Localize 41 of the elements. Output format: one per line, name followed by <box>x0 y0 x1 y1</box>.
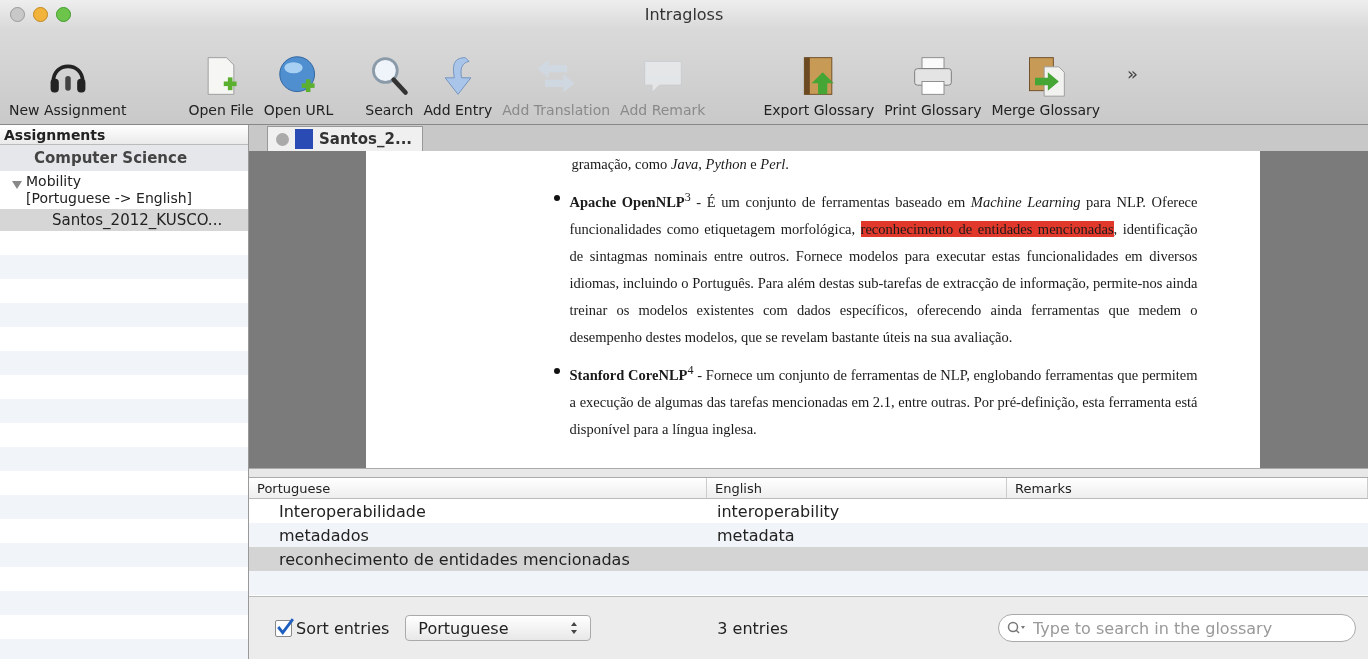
table-cell: interoperability <box>717 501 840 521</box>
table-cell: reconhecimento de entidades mencionadas <box>279 549 630 569</box>
window-title: Intragloss <box>644 4 724 24</box>
entry-count: 3 entries <box>717 618 789 638</box>
column-header[interactable]: Remarks <box>1007 478 1368 498</box>
toolbar-button[interactable]: Add Entry <box>420 54 496 118</box>
column-header[interactable]: Portuguese <box>249 478 707 498</box>
table-row[interactable]: reconhecimento de entidades mencionadas <box>249 547 1368 571</box>
toolbar-button[interactable]: Print Glossary <box>881 54 985 118</box>
toolbar-button[interactable]: Open File <box>185 54 257 118</box>
splitter-handle[interactable] <box>249 468 1368 478</box>
toolbar-overflow-button[interactable]: » <box>1121 61 1145 85</box>
sidebar-item[interactable]: Santos_2012_KUSCO... <box>0 209 248 231</box>
minimize-button[interactable] <box>33 7 48 22</box>
paragraph: Stanford CoreNLP$^{4}$ - Fornece um conjunto de ferramentas de NLP, englobando ferramentas que permitem a execução de algumas das tarefas mencionadas em 2.1, entre outras. Por pré-definição, esta ferramenta está disponível para a língua inglesa. <box>569 361 1198 439</box>
table-cell: Interoperabilidade <box>279 501 426 521</box>
bullet-icon <box>553 195 560 201</box>
sort-checkbox[interactable]: Sort entries <box>275 618 390 638</box>
close-button[interactable] <box>10 7 25 22</box>
toolbar-button[interactable]: Search <box>362 54 417 118</box>
search-icon <box>1007 621 1027 635</box>
toolbar-button[interactable]: New Assignment <box>6 54 130 118</box>
zoom-button[interactable] <box>56 7 71 22</box>
search-field[interactable]: Type to search in the glossary <box>998 614 1356 642</box>
table-cell: metadados <box>279 525 369 545</box>
paragraph: gramação, como Java, Python e Perl. <box>570 155 790 174</box>
stepper-arrows-icon <box>570 621 579 635</box>
paragraph: Apache OpenNLP$^{3}$ - É um conjunto de ferramentas baseado em Machine Learning para NLP. Oferece funcionalidades como etiquetagem morfológica, reconhecimento de entidades mencionadas, identificação de sintagmas nominais entre outros. Fornece modelos para executar estas funcionalidades em diversos idiomas, incluindo o Português. Para além destas sub-tarefas de extracção de informação, permite-nos ainda treinar os modelos existentes com dados específicos, oferecendo ainda ferramentas que medem o desempenho destes modelos, que se revelam bastante úteis na sua avaliação. <box>569 189 1198 347</box>
bullet-icon <box>553 367 560 374</box>
toolbar-button[interactable]: Merge Glossary <box>988 54 1104 118</box>
sort-dropdown[interactable]: Portuguese <box>405 615 592 641</box>
sidebar-item[interactable]: Mobility [Portuguese -> English] <box>0 171 248 209</box>
table-row[interactable]: Interoperabilidade interoperability <box>249 499 1368 523</box>
sidebar-header: Assignments <box>0 125 248 145</box>
checkbox[interactable] <box>275 619 292 637</box>
document-tab[interactable]: Santos_2... <box>267 126 424 151</box>
column-header[interactable]: English <box>707 478 1007 498</box>
table-cell: metadata <box>717 525 795 545</box>
sidebar-item[interactable]: Computer Science <box>0 145 248 171</box>
toolbar-button[interactable]: Open URL <box>260 54 337 118</box>
toolbar-button[interactable]: Export Glossary <box>760 54 878 118</box>
